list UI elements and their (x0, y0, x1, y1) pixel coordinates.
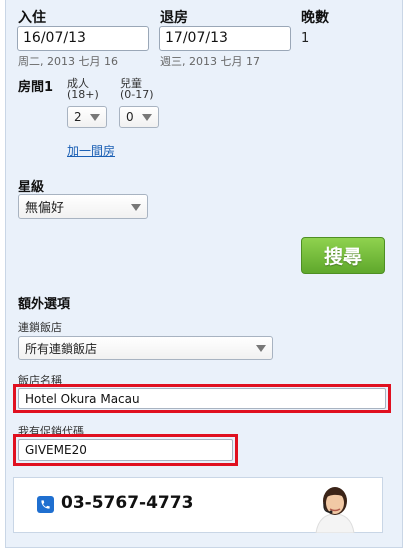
adults-select-value: 2 (74, 110, 82, 124)
checkout-label: 退房 (160, 10, 188, 26)
checkout-date-text: 週三, 2013 七月 17 (160, 55, 260, 68)
star-rating-label: 星級 (18, 180, 45, 195)
chevron-down-icon (131, 203, 141, 211)
children-select[interactable]: 0 (119, 106, 159, 128)
search-button[interactable]: 搜尋 (301, 237, 385, 274)
room-label: 房間1 (18, 80, 54, 95)
children-age-label: (0-17) (120, 88, 154, 101)
phone-icon (37, 496, 54, 513)
checkin-date-input[interactable]: 16/07/13 (17, 26, 149, 51)
nights-label: 晚數 (301, 10, 329, 26)
support-phone-number: 03-5767-4773 (61, 493, 194, 513)
chevron-down-icon (256, 345, 266, 352)
chain-select-value: 所有連鎖飯店 (25, 341, 98, 356)
chevron-down-icon (142, 114, 152, 121)
add-room-link[interactable]: 加一間房 (67, 142, 115, 159)
star-rating-value: 無偏好 (25, 201, 65, 216)
promo-code-input[interactable]: GIVEME20 (18, 439, 233, 461)
phone-support-box: 03-5767-4773 (13, 477, 383, 534)
checkout-date-input[interactable]: 17/07/13 (159, 26, 291, 51)
adults-age-label: (18+) (67, 88, 99, 101)
adults-select[interactable]: 2 (67, 106, 107, 128)
chain-select[interactable]: 所有連鎖飯店 (18, 336, 273, 360)
checkin-label: 入住 (18, 10, 46, 26)
children-select-value: 0 (126, 110, 134, 124)
agent-avatar (310, 481, 360, 534)
chevron-down-icon (90, 114, 100, 121)
hotel-name-input[interactable]: Hotel Okura Macau (18, 388, 386, 409)
extras-heading: 額外選項 (18, 297, 71, 312)
chain-label: 連鎖飯店 (18, 321, 62, 334)
nights-value: 1 (301, 31, 310, 46)
checkin-date-text: 周二, 2013 七月 16 (18, 55, 118, 68)
star-rating-select[interactable]: 無偏好 (18, 194, 148, 219)
